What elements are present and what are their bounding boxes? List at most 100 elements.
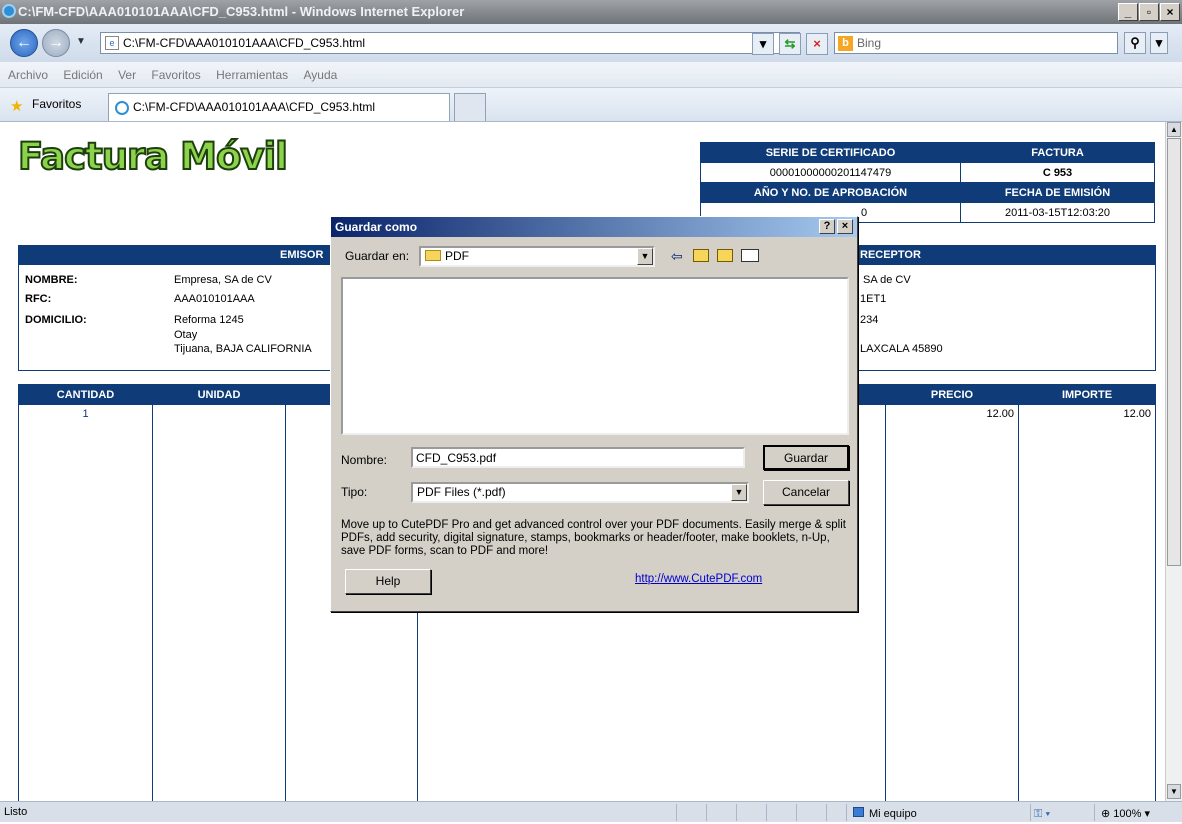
fecha-label: FECHA DE EMISIÓN <box>960 182 1155 203</box>
serie-value: 00001000000201147479 <box>700 162 961 183</box>
search-input[interactable]: b Bing <box>834 32 1118 54</box>
file-list[interactable] <box>341 277 849 435</box>
receptor-nombre: SA de CV <box>863 274 911 286</box>
status-bar: Listo Mi equipo ⚿ ▾ ⊕ 100% ▾ <box>0 801 1182 822</box>
refresh-icon[interactable]: ⇆ <box>779 33 801 55</box>
file-type-select[interactable]: PDF Files (*.pdf) ▼ <box>411 482 749 503</box>
dialog-help-icon[interactable]: ? <box>819 219 835 234</box>
save-in-label: Guardar en: <box>345 249 410 263</box>
receptor-rfc: 1ET1 <box>860 293 887 305</box>
folder-icon <box>425 250 441 261</box>
status-text: Listo <box>4 806 28 818</box>
search-icon[interactable]: ⚲ <box>1124 32 1146 54</box>
receptor-dom1: 234 <box>860 314 879 326</box>
close-icon[interactable]: × <box>1160 3 1180 21</box>
save-in-dropdown-icon[interactable]: ▼ <box>637 248 653 265</box>
menu-edicion[interactable]: Edición <box>63 68 102 82</box>
zoom-level: 100% <box>1113 808 1142 820</box>
cell-precio: 12.00 <box>986 408 1014 420</box>
factura-label: FACTURA <box>960 142 1155 163</box>
menu-herramientas[interactable]: Herramientas <box>216 68 288 82</box>
filename-input[interactable] <box>411 447 745 468</box>
emisor-rfc: AAA010101AAA <box>174 293 255 305</box>
back-button[interactable]: ← <box>10 29 38 57</box>
col-precio: PRECIO 12.00 <box>885 384 1018 801</box>
col-cantidad: CANTIDAD 1 <box>18 384 152 801</box>
dialog-title-bar: Guardar como ? × <box>331 217 857 237</box>
aprobacion-label: AÑO Y NO. DE APROBACIÓN <box>700 182 961 203</box>
menu-favoritos[interactable]: Favoritos <box>151 68 200 82</box>
save-button[interactable]: Guardar <box>763 445 849 470</box>
favorites-star-icon[interactable]: ★ <box>10 97 23 115</box>
help-button[interactable]: Help <box>345 569 431 594</box>
search-options-icon[interactable]: ▾ <box>1150 32 1168 54</box>
new-tab-button[interactable] <box>454 93 486 121</box>
domicilio-label: DOMICILIO: <box>25 314 87 326</box>
status-cell <box>826 804 827 821</box>
rfc-label: RFC: <box>25 293 52 305</box>
up-folder-icon[interactable] <box>693 249 709 262</box>
search-placeholder: Bing <box>857 36 882 50</box>
zone-indicator[interactable]: Mi equipo <box>846 804 1016 821</box>
file-type-value: PDF Files (*.pdf) <box>417 485 506 499</box>
scroll-up-icon[interactable]: ▲ <box>1167 122 1181 137</box>
menu-bar: Archivo Edición Ver Favoritos Herramient… <box>0 62 1182 88</box>
window-title-bar: C:\FM-CFD\AAA010101AAA\CFD_C953.html - W… <box>0 0 1182 24</box>
computer-icon <box>853 807 864 817</box>
menu-ayuda[interactable]: Ayuda <box>304 68 338 82</box>
col-header-importe: IMPORTE <box>1019 385 1155 405</box>
col-header-cantidad: CANTIDAD <box>19 385 152 405</box>
new-folder-icon[interactable] <box>717 249 733 262</box>
protected-mode-icon[interactable]: ⚿ ▾ <box>1030 804 1094 821</box>
address-bar[interactable]: e C:\FM-CFD\AAA010101AAA\CFD_C953.html <box>100 32 800 54</box>
scroll-thumb[interactable] <box>1167 138 1181 566</box>
save-as-dialog: Guardar como ? × Guardar en: PDF ▼ ⇦ Nom… <box>330 216 858 612</box>
fecha-value: 2011-03-15T12:03:20 <box>960 202 1155 223</box>
maximize-icon[interactable]: ▫ <box>1139 3 1159 21</box>
favorites-bar: ★ Favoritos C:\FM-CFD\AAA010101AAA\CFD_C… <box>0 88 1182 122</box>
view-menu-icon[interactable] <box>741 249 759 262</box>
scroll-down-icon[interactable]: ▼ <box>1167 784 1181 799</box>
cell-importe: 12.00 <box>1123 408 1151 420</box>
col-header-unidad: UNIDAD <box>153 385 285 405</box>
vertical-scrollbar[interactable]: ▲ ▼ <box>1165 122 1182 801</box>
status-cell <box>766 804 767 821</box>
page-icon: e <box>105 36 119 50</box>
cell-cantidad: 1 <box>82 408 89 420</box>
menu-archivo[interactable]: Archivo <box>8 68 48 82</box>
cutepdf-link[interactable]: http://www.CutePDF.com <box>635 573 762 585</box>
save-in-select[interactable]: PDF ▼ <box>419 246 655 267</box>
factura-value: C 953 <box>960 162 1155 183</box>
zone-text: Mi equipo <box>869 808 917 820</box>
receptor-dom3: LAXCALA 45890 <box>860 343 943 355</box>
stop-icon[interactable]: × <box>806 33 828 55</box>
address-url: C:\FM-CFD\AAA010101AAA\CFD_C953.html <box>123 36 366 50</box>
bing-icon: b <box>838 36 853 51</box>
browser-tab[interactable]: C:\FM-CFD\AAA010101AAA\CFD_C953.html <box>108 93 450 121</box>
promo-text: Move up to CutePDF Pro and get advanced … <box>341 519 846 557</box>
emisor-dom2: Otay <box>174 329 198 341</box>
serie-label: SERIE DE CERTIFICADO <box>700 142 961 163</box>
zoom-icon: ⊕ <box>1101 808 1111 820</box>
dialog-close-icon[interactable]: × <box>837 219 853 234</box>
col-unidad: UNIDAD <box>152 384 285 801</box>
col-importe: IMPORTE 12.00 <box>1018 384 1156 801</box>
address-toolbar: ← → ▼ e C:\FM-CFD\AAA010101AAA\CFD_C953.… <box>0 24 1182 62</box>
zoom-control[interactable]: ⊕ 100% ▾ <box>1094 804 1168 821</box>
emisor-nombre: Empresa, SA de CV <box>174 274 272 286</box>
forward-button[interactable]: → <box>42 29 70 57</box>
favorites-button[interactable]: Favoritos <box>32 97 81 111</box>
cancel-button[interactable]: Cancelar <box>763 480 849 505</box>
status-cell <box>736 804 737 821</box>
emisor-dom3: Tijuana, BAJA CALIFORNIA <box>174 343 312 355</box>
status-cell <box>706 804 707 821</box>
menu-ver[interactable]: Ver <box>118 68 136 82</box>
history-dropdown-icon[interactable]: ▼ <box>76 36 86 47</box>
file-type-dropdown-icon[interactable]: ▼ <box>731 484 747 501</box>
minimize-icon[interactable]: _ <box>1118 3 1138 21</box>
dialog-title: Guardar como <box>335 220 418 234</box>
back-folder-icon[interactable]: ⇦ <box>671 248 683 265</box>
window-title: C:\FM-CFD\AAA010101AAA\CFD_C953.html - W… <box>18 4 465 19</box>
address-dropdown-icon[interactable]: ▾ <box>752 33 774 55</box>
save-in-value: PDF <box>445 249 469 263</box>
